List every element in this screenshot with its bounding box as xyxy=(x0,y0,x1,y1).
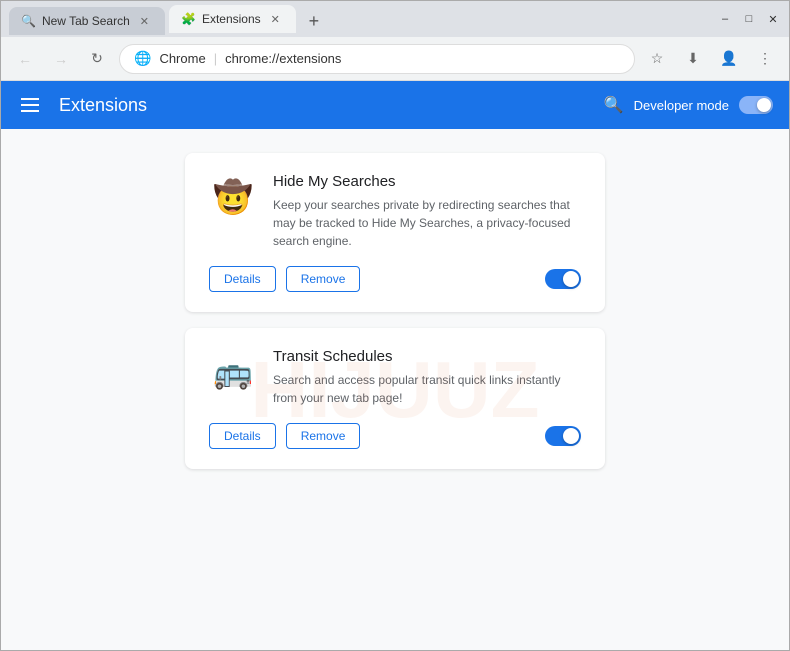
chrome-icon: 🌐 xyxy=(134,50,151,67)
minimize-button[interactable]: – xyxy=(717,11,733,27)
transit-schedules-description: Search and access popular transit quick … xyxy=(273,371,581,407)
new-tab-button[interactable]: + xyxy=(300,7,328,35)
hide-my-searches-description: Keep your searches private by redirectin… xyxy=(273,196,581,250)
hamburger-line-3 xyxy=(21,110,39,112)
search-tab-icon: 🔍 xyxy=(21,14,36,28)
url-site: Chrome xyxy=(159,51,205,66)
new-tab-icon: + xyxy=(309,11,320,32)
close-button[interactable]: ✕ xyxy=(765,11,781,27)
tab-extensions-close[interactable]: ✕ xyxy=(267,11,284,28)
maximize-button[interactable]: □ xyxy=(741,11,757,27)
hide-my-searches-info: Hide My Searches Keep your searches priv… xyxy=(273,173,581,250)
extensions-page-title: Extensions xyxy=(59,95,147,116)
extensions-tab-icon: 🧩 xyxy=(181,12,196,26)
transit-schedules-toggle-knob xyxy=(563,428,579,444)
tab-new-tab-search-close[interactable]: ✕ xyxy=(136,13,153,30)
hide-my-searches-icon: 🤠 xyxy=(209,173,257,221)
extensions-toolbar-button[interactable]: ⬇ xyxy=(679,45,707,73)
extensions-content: HIJUUZ 🤠 Hide My Searches Keep your sear… xyxy=(1,129,789,650)
transit-schedules-toggle[interactable] xyxy=(545,426,581,446)
bookmark-button[interactable]: ☆ xyxy=(643,45,671,73)
developer-mode-label: Developer mode xyxy=(634,98,729,113)
refresh-button[interactable]: ↻ xyxy=(83,45,111,73)
extension-card-top-transit-schedules: 🚌 Transit Schedules Search and access po… xyxy=(209,348,581,407)
transit-schedules-remove-button[interactable]: Remove xyxy=(286,423,361,449)
extension-card-top-hide-my-searches: 🤠 Hide My Searches Keep your searches pr… xyxy=(209,173,581,250)
forward-button[interactable]: → xyxy=(47,45,75,73)
extension-card-hide-my-searches: 🤠 Hide My Searches Keep your searches pr… xyxy=(185,153,605,312)
tab-extensions[interactable]: 🧩 Extensions ✕ xyxy=(169,5,296,33)
url-separator: | xyxy=(214,51,217,66)
transit-schedules-icon: 🚌 xyxy=(209,348,257,396)
transit-schedules-info: Transit Schedules Search and access popu… xyxy=(273,348,581,407)
browser-window: 🔍 New Tab Search ✕ 🧩 Extensions ✕ + – □ … xyxy=(0,0,790,651)
extension-card-bottom-transit-schedules: Details Remove xyxy=(209,423,581,449)
hide-my-searches-details-button[interactable]: Details xyxy=(209,266,276,292)
title-bar: 🔍 New Tab Search ✕ 🧩 Extensions ✕ + – □ … xyxy=(1,1,789,37)
tab-new-tab-search[interactable]: 🔍 New Tab Search ✕ xyxy=(9,7,165,35)
hamburger-menu[interactable] xyxy=(17,94,43,116)
window-controls: – □ ✕ xyxy=(717,11,781,27)
tab-new-tab-search-label: New Tab Search xyxy=(42,14,130,28)
hide-my-searches-remove-button[interactable]: Remove xyxy=(286,266,361,292)
transit-schedules-name: Transit Schedules xyxy=(273,348,581,365)
menu-button[interactable]: ⋮ xyxy=(751,45,779,73)
extensions-header: Extensions 🔍 Developer mode xyxy=(1,81,789,129)
url-bar[interactable]: 🌐 Chrome | chrome://extensions xyxy=(119,44,635,74)
developer-mode-area: 🔍 Developer mode xyxy=(604,95,773,115)
hamburger-line-1 xyxy=(21,98,39,100)
hide-my-searches-toggle-knob xyxy=(563,271,579,287)
back-button[interactable]: ← xyxy=(11,45,39,73)
hamburger-line-2 xyxy=(21,104,39,106)
address-bar: ← → ↻ 🌐 Chrome | chrome://extensions ☆ ⬇… xyxy=(1,37,789,81)
hide-my-searches-name: Hide My Searches xyxy=(273,173,581,190)
search-extensions-icon[interactable]: 🔍 xyxy=(604,95,624,115)
hide-my-searches-toggle[interactable] xyxy=(545,269,581,289)
transit-schedules-details-button[interactable]: Details xyxy=(209,423,276,449)
developer-mode-toggle-knob xyxy=(757,98,771,112)
extension-card-bottom-hide-my-searches: Details Remove xyxy=(209,266,581,292)
developer-mode-toggle[interactable] xyxy=(739,96,773,114)
url-protocol: chrome://extensions xyxy=(225,51,341,66)
profile-icon-button[interactable]: 👤 xyxy=(715,45,743,73)
extension-card-transit-schedules: 🚌 Transit Schedules Search and access po… xyxy=(185,328,605,469)
tab-extensions-label: Extensions xyxy=(202,12,261,26)
url-text: chrome://extensions xyxy=(225,51,341,66)
